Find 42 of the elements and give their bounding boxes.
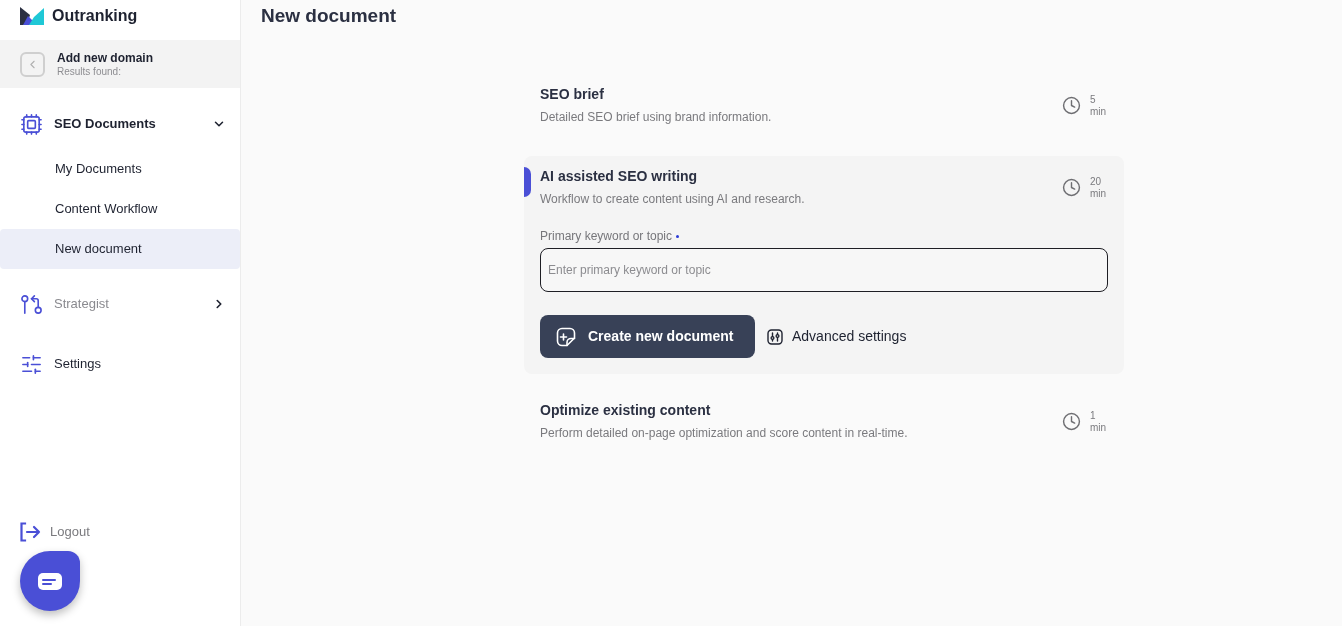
chat-icon bbox=[38, 572, 62, 590]
domain-subtitle: Results found: bbox=[57, 65, 122, 78]
logout-icon bbox=[20, 522, 41, 542]
create-document-button[interactable]: Create new document bbox=[540, 315, 755, 358]
option-description: Perform detailed on-page optimization and score content in real-time. bbox=[540, 425, 909, 442]
duration-unit: min bbox=[1090, 105, 1107, 118]
selection-indicator bbox=[524, 167, 531, 197]
sliders-icon bbox=[20, 352, 43, 376]
domain-title: Add new domain bbox=[57, 50, 153, 66]
clock-icon bbox=[1062, 96, 1081, 115]
option-card[interactable]: Optimize existing content Perform detailed on-page optimization and score content in real-time. 1 min bbox=[524, 390, 1124, 456]
logo-icon bbox=[20, 7, 44, 25]
sliders-icon bbox=[767, 328, 783, 345]
nav-subitem[interactable]: New document bbox=[0, 229, 240, 269]
clock-icon bbox=[1062, 412, 1081, 431]
nav-subitem[interactable]: Content Workflow bbox=[0, 189, 240, 229]
branch-icon bbox=[20, 292, 43, 316]
logout-button[interactable]: Logout bbox=[20, 522, 90, 542]
option-title: SEO brief bbox=[540, 85, 605, 104]
option-description: Detailed SEO brief using brand information. bbox=[540, 109, 773, 126]
chat-button[interactable] bbox=[20, 551, 80, 611]
note-plus-icon bbox=[556, 326, 576, 347]
duration-value: 5 bbox=[1090, 93, 1096, 106]
duration-value: 20 bbox=[1090, 175, 1102, 188]
option-title: AI assisted SEO writing bbox=[540, 167, 699, 186]
option-title: Optimize existing content bbox=[540, 401, 712, 420]
advanced-settings-button[interactable]: Advanced settings bbox=[767, 326, 907, 347]
duration-unit: min bbox=[1090, 421, 1107, 434]
option-description: Workflow to create content using AI and research. bbox=[540, 191, 806, 208]
nav-subitem[interactable]: My Documents bbox=[0, 149, 240, 189]
duration-value: 1 bbox=[1090, 409, 1096, 422]
nav-item[interactable]: Settings bbox=[0, 339, 240, 389]
duration-unit: min bbox=[1090, 187, 1107, 200]
chip-icon bbox=[20, 112, 43, 136]
clock-icon bbox=[1062, 178, 1081, 197]
option-card[interactable]: AI assisted SEO writing Workflow to create content using AI and research. 20 min Primary keyword or topic Enter primary keyword or topic Create new document Advanced settings bbox=[524, 156, 1124, 374]
brand-name: Outranking bbox=[52, 6, 138, 26]
option-card[interactable]: SEO brief Detailed SEO brief using brand information. 5 min bbox=[524, 74, 1124, 140]
nav-item[interactable]: SEO Documents bbox=[0, 99, 240, 149]
field-label: Primary keyword or topic bbox=[540, 229, 673, 243]
keyword-input[interactable]: Enter primary keyword or topic bbox=[540, 248, 1108, 292]
page-title: New document bbox=[261, 4, 398, 28]
